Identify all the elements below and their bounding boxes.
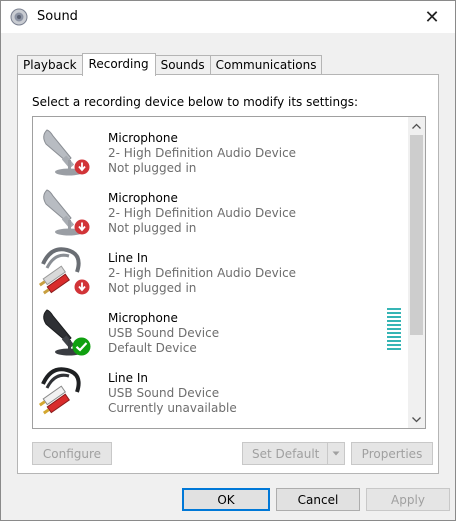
title-bar[interactable]: Sound ✕ [1, 1, 455, 33]
device-status: Default Device [108, 341, 197, 355]
unplugged-badge-icon [74, 279, 90, 295]
device-name: Line In [108, 251, 148, 265]
device-description: USB Sound Device [108, 386, 220, 400]
properties-button[interactable]: Properties [351, 442, 433, 465]
unplugged-badge-icon [74, 219, 90, 235]
vertical-scrollbar[interactable] [408, 117, 425, 428]
close-button[interactable]: ✕ [409, 1, 455, 33]
device-list[interactable]: Microphone 2- High Definition Audio Devi… [32, 116, 426, 429]
device-description: 2- High Definition Audio Device [108, 146, 297, 160]
set-default-dropdown[interactable] [327, 443, 344, 464]
cancel-button[interactable]: Cancel [276, 488, 360, 511]
scroll-down-button[interactable] [408, 411, 425, 428]
device-status: Not plugged in [108, 221, 197, 235]
chevron-down-icon [412, 416, 421, 422]
device-item[interactable]: Line In USB Sound Device Currently unava… [33, 360, 410, 420]
tab-strip: Playback Recording Sounds Communications [17, 53, 323, 76]
chevron-up-icon [412, 123, 421, 129]
device-status: Currently unavailable [108, 401, 237, 415]
close-icon: ✕ [424, 6, 440, 28]
device-item[interactable]: Microphone USB Sound Device Default Devi… [33, 300, 410, 360]
device-description: 2- High Definition Audio Device [108, 266, 297, 280]
ok-button[interactable]: OK [182, 488, 270, 511]
device-name: Microphone [108, 131, 178, 145]
device-status: Not plugged in [108, 281, 197, 295]
configure-button[interactable]: Configure [32, 442, 112, 465]
recording-panel: Select a recording device below to modif… [17, 74, 439, 474]
device-name: Microphone [108, 311, 178, 325]
window-title: Sound [37, 9, 78, 24]
tab-communications[interactable]: Communications [209, 55, 323, 75]
line-in-icon [38, 367, 81, 415]
device-item[interactable]: Microphone 2- High Definition Audio Devi… [33, 180, 410, 240]
device-name: Microphone [108, 191, 178, 205]
apply-button[interactable]: Apply [366, 488, 450, 511]
level-meter [387, 308, 401, 354]
set-default-label: Set Default [252, 446, 320, 461]
device-status: Not plugged in [108, 161, 197, 175]
chevron-down-icon [332, 451, 340, 456]
device-name: Line In [108, 371, 148, 385]
scroll-thumb[interactable] [410, 135, 423, 335]
tab-playback[interactable]: Playback [17, 55, 83, 75]
device-description: 2- High Definition Audio Device [108, 206, 297, 220]
device-description: USB Sound Device [108, 326, 220, 340]
device-item[interactable]: Microphone 2- High Definition Audio Devi… [33, 120, 410, 180]
scroll-up-button[interactable] [408, 117, 425, 134]
device-item[interactable]: Line In 2- High Definition Audio Device … [33, 240, 410, 300]
tab-recording[interactable]: Recording [81, 53, 156, 76]
default-check-badge-icon [72, 337, 91, 356]
unplugged-badge-icon [74, 159, 90, 175]
sound-dialog: Sound ✕ Playback Recording Sounds Commun… [0, 0, 456, 521]
speaker-icon [10, 8, 28, 26]
set-default-button[interactable]: Set Default [242, 442, 345, 465]
instruction-text: Select a recording device below to modif… [32, 95, 359, 109]
tab-sounds[interactable]: Sounds [154, 55, 211, 75]
